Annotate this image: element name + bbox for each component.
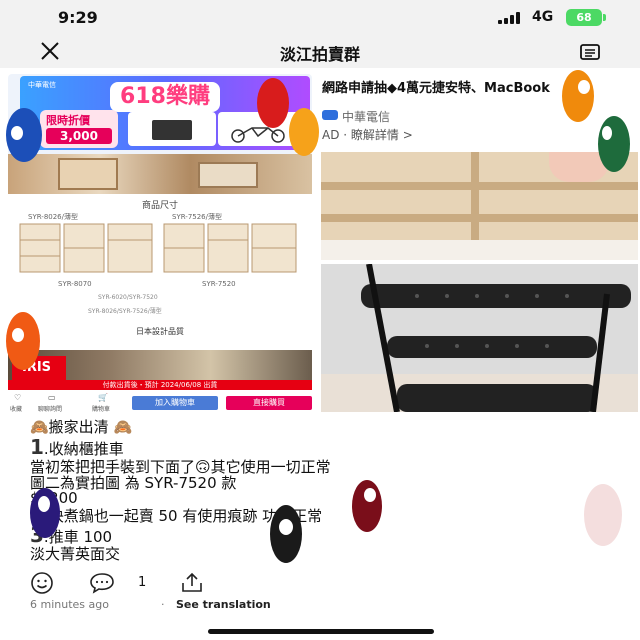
spec-tag: SYR-7520 [202,280,236,288]
shelf-photo[interactable] [321,152,638,260]
shelf-diagram [163,223,297,273]
post-card: 中華電信 618樂購節 限時折價 3,000 商品尺寸 [0,68,640,640]
cart-icon[interactable]: 🛒 [98,393,108,402]
status-time: 9:29 [58,8,98,27]
cart-photo[interactable] [321,264,638,412]
post-text: .收納櫃推車 [43,440,124,458]
emoji-reaction-icon[interactable] [30,571,58,595]
comment-icon[interactable] [88,571,116,595]
maroon-ball-decoration [352,480,382,532]
metal-cart-illustration [361,264,631,412]
sponsor-name: 中華電信 [342,110,391,124]
shop-label: 購物車 [92,406,111,413]
promo-amount: 3,000 [46,128,112,144]
order-banner: 付款出貨後・預計 2024/06/08 出貨 [8,380,312,390]
spec-title: 商品尺寸 [141,201,178,211]
furniture-photo[interactable] [8,154,312,194]
post-line: 1.收納櫃推車 [30,435,124,459]
product-spec-section[interactable]: 商品尺寸 SYR-8026/薄型 SYR-7526/薄型 SYR-8070 SY… [8,194,312,350]
menu-icon[interactable] [578,42,602,62]
made-in-label: 日本設計品質 [136,327,184,336]
comment-count: 1 [138,575,147,590]
post-line: 🙈搬家出清 🙈 [30,418,132,437]
shelf-board [321,214,638,222]
share-icon[interactable] [178,571,206,595]
close-icon[interactable] [36,40,64,64]
promo-tag: 限時折價 3,000 [40,110,118,148]
orange-ball-decoration [562,70,594,122]
post-timestamp: 6 minutes ago [30,598,109,611]
top-bar: 淡江拍賣群 [0,36,640,68]
orange-ball-decoration [6,312,40,370]
spec-tag: SYR-8070 [58,280,92,288]
shelf-board [321,182,638,190]
green-ball-decoration [598,116,630,172]
post-text: 🙈搬家出清 🙈 [30,418,133,436]
ad-headline[interactable]: 網路申請抽◆4萬元捷安特、MacBook [322,80,572,97]
shelf-diagram [19,223,153,273]
page-title: 淡江拍賣群 [279,45,360,64]
shop-label: 聊聊詢問 [38,406,63,413]
brand-chip: 中華電信 [28,81,56,89]
signal-icon [498,12,524,24]
post-text: 淡大菁英面交 [30,545,121,563]
spec-note: SYR-8026/SYR-7526/薄型 [88,308,162,315]
status-bar: 9:29 4G 68 [0,0,640,36]
orange-ball-decoration [289,108,319,156]
purple-ball-decoration [30,488,60,538]
bike-icon [231,127,285,143]
home-indicator [208,629,434,634]
promo-logo: 618樂購節 [110,82,220,139]
item-number: 1 [30,435,44,459]
add-to-cart-button[interactable]: 加入購物車 [132,396,218,410]
ad-learn-more-link[interactable]: AD · 瞭解詳情 > [322,126,413,142]
battery-icon: 68 [566,9,602,26]
chat-icon[interactable]: ▭ [48,393,56,402]
buy-now-button[interactable]: 直接購買 [226,396,312,410]
shelf-illustration [198,162,258,188]
pink-ball-decoration [584,484,622,546]
spec-tag: SYR-7526/薄型 [172,213,222,221]
network-label: 4G [532,9,554,25]
post-line: 淡大菁英面交 [30,545,120,564]
shop-action-bar: ♡ 收藏 ▭ 聊聊詢問 🛒 購物車 加入購物車 直接購買 [8,392,312,414]
spec-tag: SYR-8026/薄型 [28,213,78,221]
red-ball-decoration [257,78,289,128]
black-ball-decoration [270,505,302,563]
separator-dot: · [161,598,165,611]
promo-laptop-box [128,112,216,146]
shop-label: 收藏 [10,406,23,413]
laptop-icon [152,120,192,140]
battery-tip [603,14,606,21]
spec-note: SYR-6020/SYR-7520 [98,294,158,301]
heart-icon[interactable]: ♡ [14,393,21,402]
sponsor-logo [322,110,338,120]
blue-ball-decoration [6,108,42,162]
see-translation-link[interactable]: See translation [176,598,271,611]
shelf-illustration [58,158,118,190]
floor [321,240,638,260]
promo-label: 限時折價 [46,114,90,127]
